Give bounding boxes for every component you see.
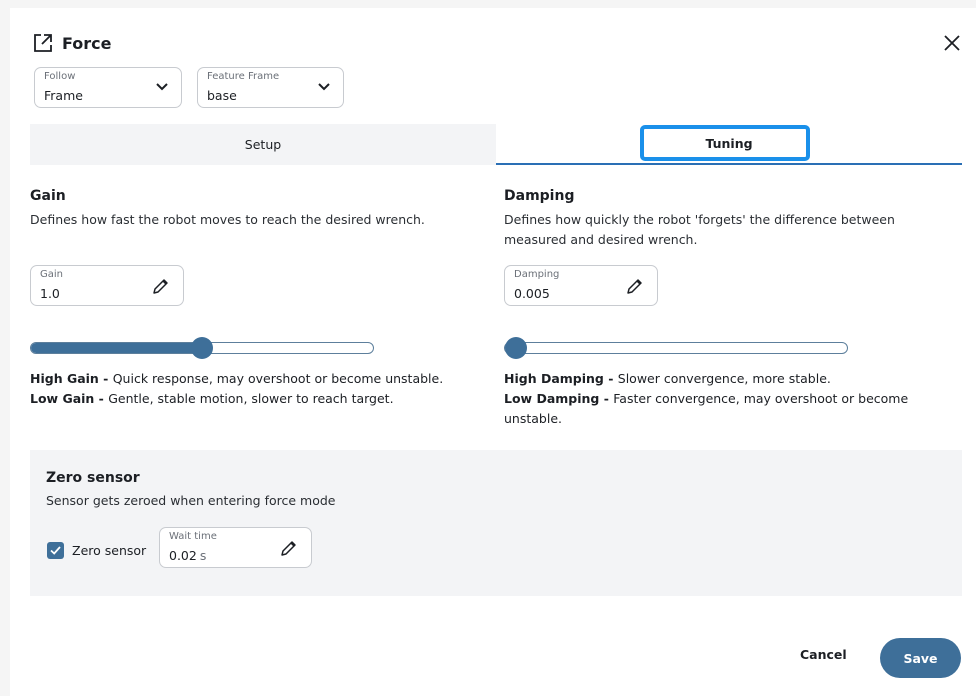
- chevron-down-icon: [156, 83, 168, 91]
- close-icon[interactable]: [941, 32, 963, 54]
- damping-low-label: Low Damping -: [504, 391, 614, 406]
- follow-select[interactable]: Follow Frame: [34, 67, 182, 108]
- cancel-button[interactable]: Cancel: [800, 647, 847, 662]
- zero-sensor-checkbox-row[interactable]: Zero sensor: [47, 542, 146, 559]
- gain-title: Gain: [30, 188, 66, 204]
- tab-tuning[interactable]: Tuning: [496, 124, 962, 165]
- gain-field-value: 1.0: [40, 286, 60, 301]
- damping-slider-thumb[interactable]: [505, 337, 527, 359]
- wait-time-unit: s: [199, 548, 207, 563]
- tab-setup-label: Setup: [244, 137, 282, 152]
- feature-frame-select[interactable]: Feature Frame base: [197, 67, 344, 108]
- force-dialog: Force Follow Frame Feature Frame base Se…: [10, 8, 976, 696]
- zero-sensor-checkbox-label: Zero sensor: [72, 543, 147, 558]
- gain-low-text: Gentle, stable motion, slower to reach t…: [108, 391, 394, 406]
- gain-slider-fill: [31, 343, 202, 353]
- damping-low-note: Low Damping - Faster convergence, may ov…: [504, 389, 964, 429]
- feature-frame-select-label: Feature Frame: [207, 71, 280, 82]
- wait-time-label: Wait time: [169, 531, 217, 542]
- dialog-title: Force: [62, 33, 112, 53]
- zero-sensor-panel: Zero sensor Sensor gets zeroed when ente…: [30, 450, 962, 596]
- pencil-icon[interactable]: [151, 276, 171, 296]
- feature-frame-select-value: base: [207, 88, 237, 103]
- gain-field[interactable]: Gain 1.0: [30, 265, 184, 306]
- save-button-label: Save: [903, 650, 938, 666]
- damping-description: Defines how quickly the robot 'forgets' …: [504, 212, 895, 247]
- gain-description: Defines how fast the robot moves to reac…: [30, 212, 425, 227]
- follow-select-value: Frame: [44, 88, 83, 103]
- wait-time-field[interactable]: Wait time 0.02 s: [159, 527, 312, 568]
- gain-high-label: High Gain -: [30, 371, 113, 386]
- external-link-icon[interactable]: [32, 32, 54, 54]
- damping-field-value: 0.005: [514, 286, 550, 301]
- gain-high-note: High Gain - Quick response, may overshoo…: [30, 369, 490, 389]
- gain-field-label: Gain: [40, 269, 63, 280]
- damping-high-text: Slower convergence, more stable.: [617, 371, 831, 386]
- gain-slider[interactable]: [30, 337, 374, 359]
- gain-slider-thumb[interactable]: [191, 337, 213, 359]
- tab-bar: Setup Tuning: [30, 124, 962, 165]
- save-button[interactable]: Save: [880, 638, 961, 678]
- close-button[interactable]: [941, 32, 963, 54]
- chevron-down-icon: [318, 83, 330, 91]
- gain-low-label: Low Gain -: [30, 391, 109, 406]
- pencil-icon[interactable]: [625, 276, 645, 296]
- damping-field[interactable]: Damping 0.005: [504, 265, 658, 306]
- damping-notes: High Damping - Slower convergence, more …: [504, 369, 964, 429]
- tab-setup[interactable]: Setup: [30, 124, 496, 165]
- dialog-header: Force: [32, 32, 112, 54]
- damping-field-label: Damping: [514, 269, 560, 280]
- zero-sensor-description: Sensor gets zeroed when entering force m…: [46, 493, 336, 508]
- damping-slider[interactable]: [504, 337, 848, 359]
- damping-high-note: High Damping - Slower convergence, more …: [504, 369, 964, 389]
- wait-time-value-wrap: 0.02 s: [169, 548, 206, 563]
- follow-select-label: Follow: [44, 71, 76, 82]
- damping-title: Damping: [504, 188, 575, 204]
- wait-time-value: 0.02: [169, 548, 197, 563]
- zero-sensor-title: Zero sensor: [46, 470, 140, 486]
- gain-low-note: Low Gain - Gentle, stable motion, slower…: [30, 389, 490, 409]
- zero-sensor-checkbox[interactable]: [47, 542, 64, 559]
- gain-high-text: Quick response, may overshoot or become …: [112, 371, 444, 386]
- damping-high-label: High Damping -: [504, 371, 618, 386]
- gain-notes: High Gain - Quick response, may overshoo…: [30, 369, 490, 409]
- checkmark-icon: [50, 546, 61, 555]
- tab-tuning-label: Tuning: [705, 136, 753, 151]
- pencil-icon[interactable]: [279, 538, 299, 558]
